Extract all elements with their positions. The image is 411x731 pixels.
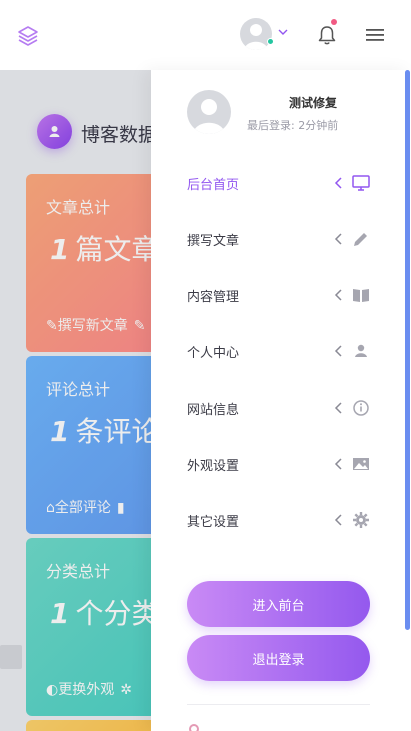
nav-item-site-info[interactable]: 网站信息 bbox=[187, 392, 377, 424]
profile-avatar[interactable] bbox=[187, 90, 231, 134]
nav-item-dashboard[interactable]: 后台首页 bbox=[187, 167, 377, 199]
profile-name: 测试修复 bbox=[289, 96, 338, 110]
bell-icon[interactable] bbox=[317, 24, 337, 46]
nav-label: 外观设置 bbox=[187, 459, 240, 474]
chevron-left-icon bbox=[334, 458, 342, 470]
enter-frontend-button[interactable]: 进入前台 bbox=[187, 581, 370, 627]
user-avatar-icon bbox=[193, 99, 225, 134]
user-icon bbox=[355, 344, 367, 357]
chevron-left-icon bbox=[334, 345, 342, 357]
layers-icon[interactable] bbox=[16, 24, 40, 48]
pencil-icon bbox=[354, 233, 367, 246]
nav-item-write-article[interactable]: 撰写文章 bbox=[187, 223, 377, 255]
info-icon bbox=[353, 400, 369, 416]
nav-label: 其它设置 bbox=[187, 515, 240, 530]
side-drawer: 测试修复 最后登录: 2分钟前 后台首页 撰写文章 内容管理 个人中心 网站信息… bbox=[151, 70, 411, 731]
chevron-down-icon[interactable] bbox=[278, 27, 288, 37]
nav-item-profile[interactable]: 个人中心 bbox=[187, 335, 377, 367]
nav-label: 内容管理 bbox=[187, 290, 240, 305]
hamburger-menu-icon[interactable] bbox=[366, 27, 384, 43]
notification-dot bbox=[331, 19, 337, 25]
nav-item-content-management[interactable]: 内容管理 bbox=[187, 279, 377, 311]
chevron-left-icon bbox=[334, 289, 342, 301]
divider bbox=[187, 704, 370, 705]
nav-item-other-settings[interactable]: 其它设置 bbox=[187, 504, 377, 536]
last-login-text: 最后登录: 2分钟前 bbox=[247, 119, 339, 132]
header-avatar[interactable] bbox=[240, 18, 274, 52]
image-icon bbox=[353, 458, 369, 470]
nav-label: 后台首页 bbox=[187, 178, 240, 193]
loading-icon bbox=[189, 724, 199, 731]
user-avatar-icon bbox=[244, 24, 268, 50]
online-status-dot bbox=[267, 38, 274, 45]
chevron-left-icon bbox=[334, 514, 342, 526]
chevron-left-icon bbox=[334, 177, 342, 189]
nav-label: 撰写文章 bbox=[187, 234, 240, 249]
top-header bbox=[0, 0, 411, 70]
nav-item-appearance[interactable]: 外观设置 bbox=[187, 448, 377, 480]
scrollbar[interactable] bbox=[405, 70, 410, 630]
monitor-icon bbox=[352, 175, 370, 191]
gear-icon bbox=[353, 512, 369, 528]
chevron-left-icon bbox=[334, 233, 342, 245]
avatar bbox=[240, 18, 272, 50]
chevron-left-icon bbox=[334, 402, 342, 414]
logout-button[interactable]: 退出登录 bbox=[187, 635, 370, 681]
nav-label: 网站信息 bbox=[187, 403, 240, 418]
book-icon bbox=[353, 289, 369, 302]
nav-label: 个人中心 bbox=[187, 346, 240, 361]
